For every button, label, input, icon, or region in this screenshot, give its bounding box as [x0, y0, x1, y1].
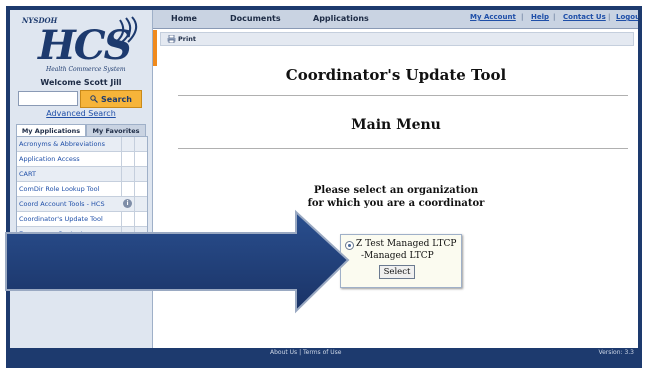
pointer-arrow-icon: [5, 209, 350, 314]
